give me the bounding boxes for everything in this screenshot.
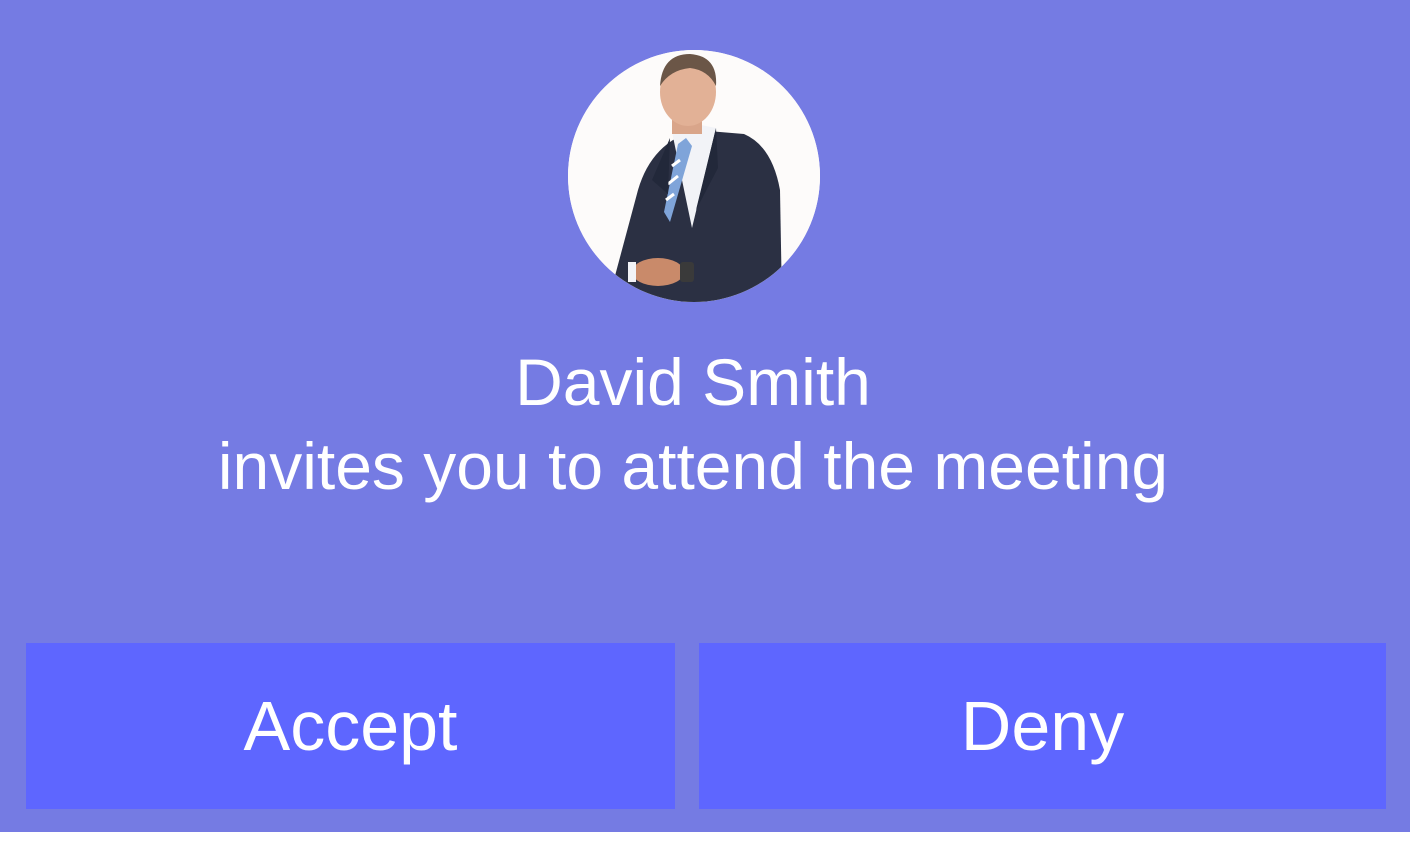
caller-name: David Smith [515, 345, 871, 419]
deny-button[interactable]: Deny [699, 643, 1386, 809]
accept-button[interactable]: Accept [26, 643, 675, 809]
meeting-invite-panel: David Smith invites you to attend the me… [0, 0, 1410, 832]
invite-message: invites you to attend the meeting [217, 429, 1169, 503]
avatar-photo-icon [568, 50, 820, 302]
caller-avatar [568, 50, 820, 302]
